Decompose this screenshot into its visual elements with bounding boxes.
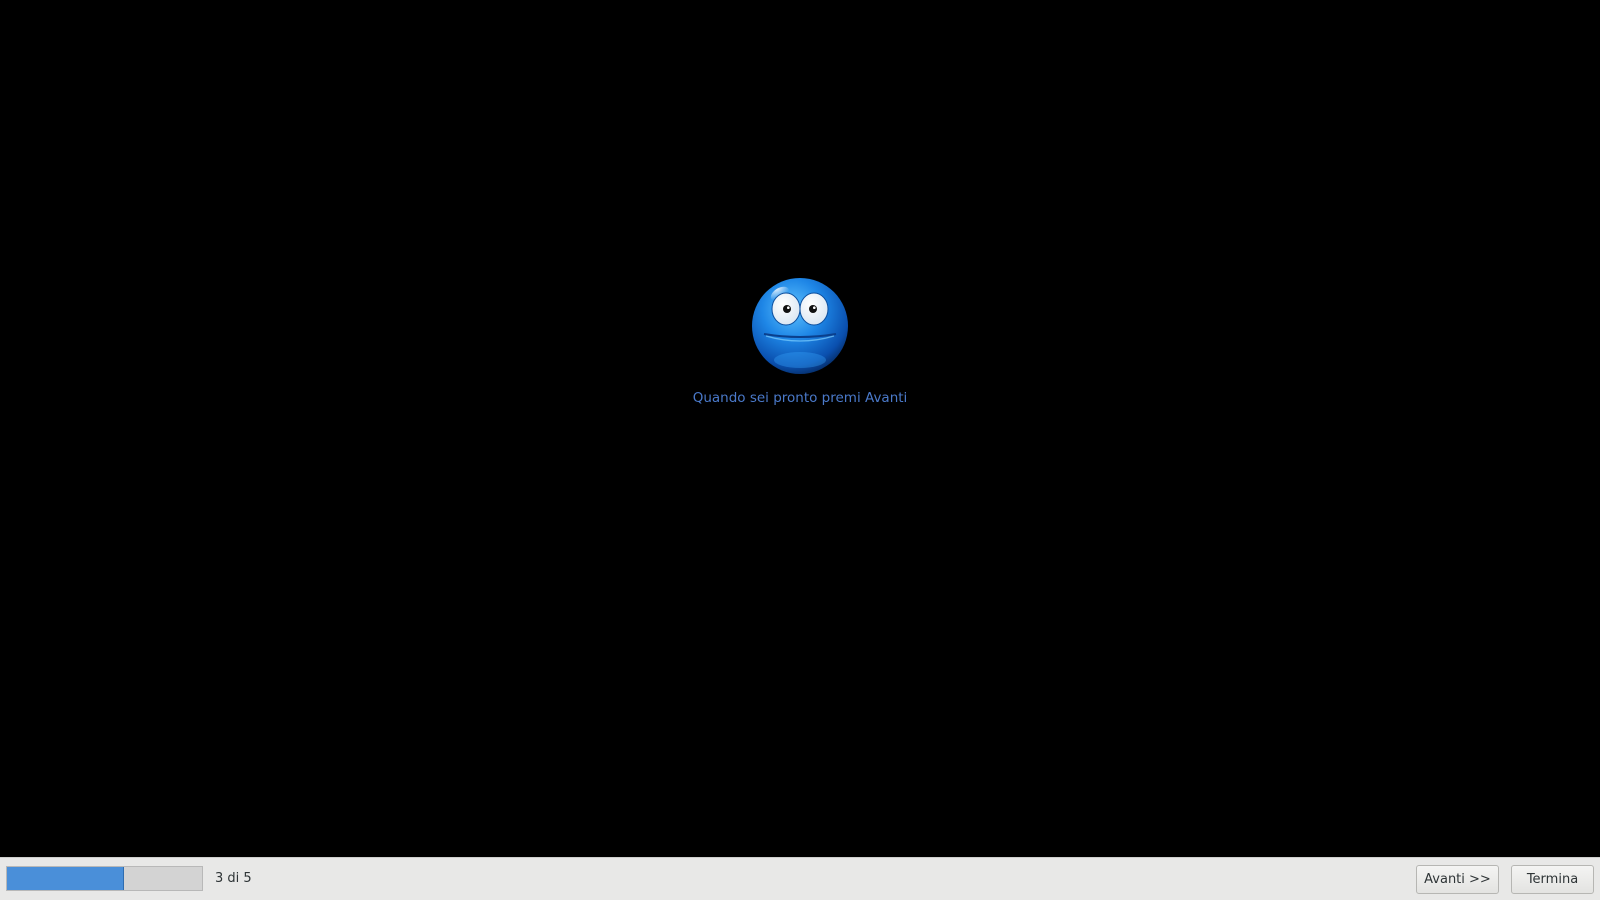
next-button[interactable]: Avanti >>: [1416, 865, 1499, 894]
step-counter-label: 3 di 5: [215, 871, 252, 886]
finish-button[interactable]: Termina: [1511, 865, 1594, 894]
step-progress-fill: [7, 867, 124, 890]
blue-smiley-face-icon: [752, 278, 848, 374]
ready-prompt-text: Quando sei pronto premi Avanti: [692, 390, 908, 406]
step-progress-bar: [6, 866, 203, 891]
main-stage: Quando sei pronto premi Avanti: [0, 0, 1600, 857]
wizard-footer: 3 di 5 Avanti >> Termina: [0, 857, 1600, 900]
